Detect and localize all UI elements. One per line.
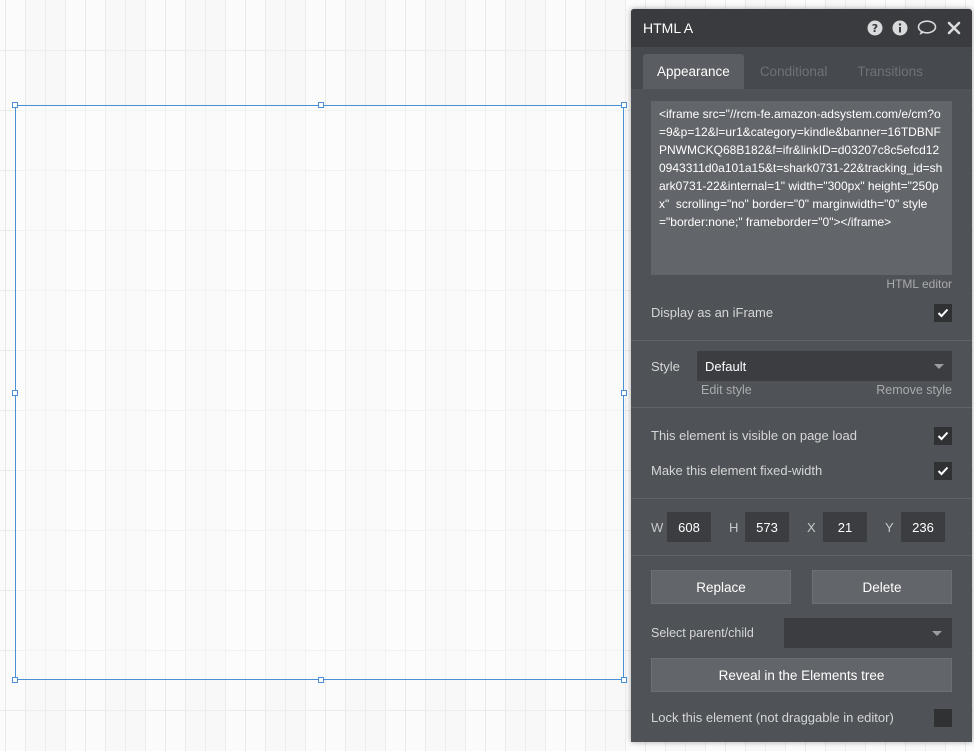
panel-header[interactable]: HTML A ? [631,9,972,47]
x-label: X [807,519,816,535]
help-icon[interactable]: ? [867,20,883,36]
fixed-width-row: Make this element fixed-width [631,453,972,488]
action-buttons: Replace Delete [631,570,972,604]
height-input[interactable]: 573 [745,512,789,542]
resize-handle-bottom[interactable] [318,677,324,683]
style-label: Style [651,358,680,374]
chevron-down-icon [932,630,942,636]
lock-row: Lock this element (not draggable in edit… [631,700,972,735]
comment-icon[interactable] [917,20,937,36]
tab-transitions[interactable]: Transitions [843,54,937,89]
info-icon[interactable] [892,20,908,36]
style-value: Default [705,358,747,374]
checkmark-icon [937,308,949,317]
property-editor-panel: HTML A ? Appearance Conditional Transiti… [631,9,972,742]
panel-tabs: Appearance Conditional Transitions [631,47,972,89]
divider [631,555,972,556]
height-label: H [729,519,739,535]
chevron-down-icon [934,363,944,369]
display-iframe-row: Display as an iFrame [631,295,972,330]
style-dropdown[interactable]: Default [697,351,952,381]
divider [631,407,972,408]
dimensions-row: W 608 H 573 X 21 Y 236 [631,511,972,543]
width-label: W [651,519,664,535]
visible-on-load-row: This element is visible on page load [631,418,972,453]
resize-handle-bottom-left[interactable] [12,677,18,683]
remove-style-link[interactable]: Remove style [876,383,952,397]
delete-button[interactable]: Delete [812,570,952,604]
parent-child-label: Select parent/child [651,626,754,640]
lock-label: Lock this element (not draggable in edit… [651,710,894,725]
tab-appearance[interactable]: Appearance [643,54,744,89]
resize-handle-top-left[interactable] [12,102,18,108]
width-input[interactable]: 608 [667,512,711,542]
parent-child-row: Select parent/child [631,616,972,650]
divider [631,498,972,499]
reveal-in-elements-tree-button[interactable]: Reveal in the Elements tree [651,658,952,692]
resize-handle-top[interactable] [318,102,324,108]
html-editor-link[interactable]: HTML editor [651,277,952,291]
checkmark-icon [937,466,949,475]
display-iframe-label: Display as an iFrame [651,305,774,320]
visible-on-load-checkbox[interactable] [934,426,952,445]
checkmark-icon [937,431,949,440]
edit-style-link[interactable]: Edit style [701,383,752,397]
style-row: Style Default [631,351,972,381]
svg-text:?: ? [872,22,878,35]
resize-handle-right[interactable] [621,390,627,396]
lock-checkbox[interactable] [934,708,952,727]
divider [631,340,972,341]
close-icon[interactable] [946,20,962,36]
tab-conditional[interactable]: Conditional [746,54,842,89]
style-links: Edit style Remove style [631,383,972,397]
display-iframe-checkbox[interactable] [934,303,952,322]
panel-title: HTML A [643,20,694,36]
resize-handle-bottom-right[interactable] [621,677,627,683]
visible-on-load-label: This element is visible on page load [651,428,857,443]
x-input[interactable]: 21 [823,512,867,542]
replace-button[interactable]: Replace [651,570,791,604]
resize-handle-left[interactable] [12,390,18,396]
resize-handle-top-right[interactable] [621,102,627,108]
html-code-input[interactable]: <iframe src="//rcm-fe.amazon-adsystem.co… [651,101,952,275]
fixed-width-checkbox[interactable] [934,461,952,480]
y-label: Y [885,519,894,535]
fixed-width-label: Make this element fixed-width [651,463,823,478]
parent-child-dropdown[interactable] [784,618,952,648]
selected-html-element[interactable] [12,102,627,683]
y-input[interactable]: 236 [901,512,945,542]
